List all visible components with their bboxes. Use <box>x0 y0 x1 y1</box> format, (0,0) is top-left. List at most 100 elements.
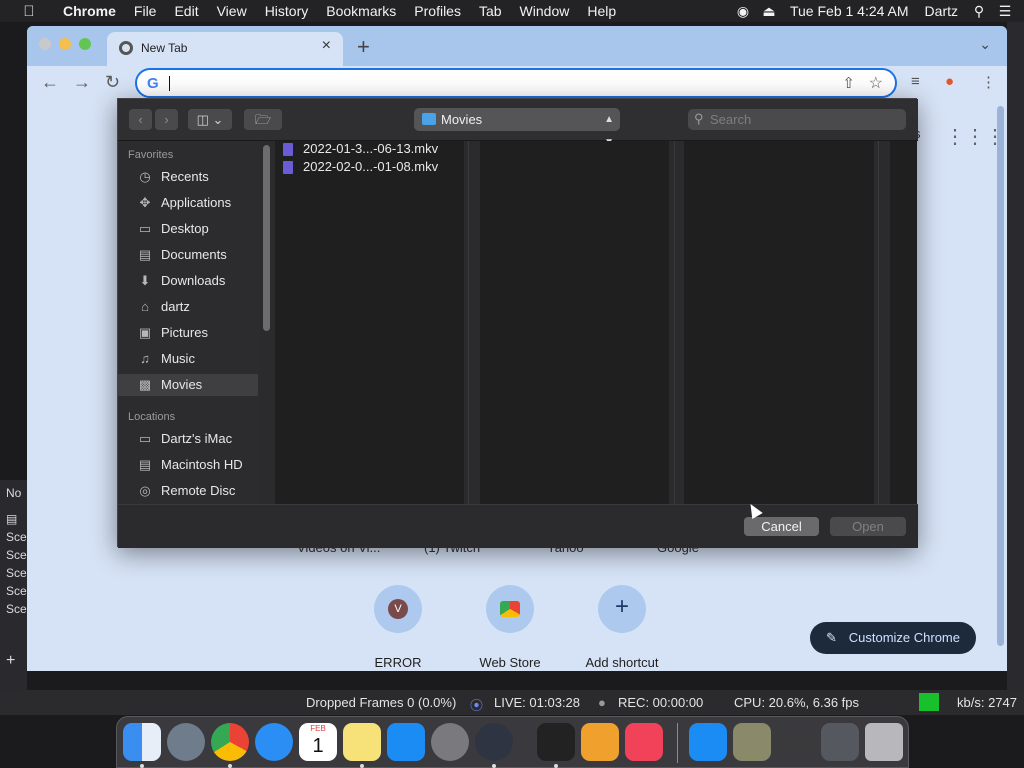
user-name[interactable]: Dartz <box>917 3 966 19</box>
obs-icon[interactable] <box>475 723 513 761</box>
tab-search-chevron-icon[interactable]: ⌄ <box>979 36 991 53</box>
extension-icon[interactable]: ● <box>945 73 954 90</box>
forward-icon[interactable]: → <box>73 72 91 93</box>
menu-app-name[interactable]: Chrome <box>54 3 125 19</box>
address-input[interactable] <box>173 73 813 93</box>
obs-scene-row[interactable]: Sce <box>0 582 27 600</box>
search-field[interactable]: ⚲ <box>688 109 906 130</box>
menu-file[interactable]: File <box>125 3 166 19</box>
reading-list-icon[interactable]: ≡ <box>911 73 920 90</box>
minimize-window-button[interactable] <box>59 38 71 50</box>
back-icon[interactable]: ← <box>41 72 59 93</box>
disc-icon: ◎ <box>139 483 151 498</box>
dock-separator <box>677 723 678 763</box>
page-scrollbar[interactable] <box>997 106 1004 646</box>
menu-edit[interactable]: Edit <box>165 3 207 19</box>
menu-view[interactable]: View <box>208 3 256 19</box>
search-input[interactable] <box>710 110 890 129</box>
obs-add-scene-icon[interactable]: + <box>0 652 27 670</box>
finder-icon[interactable] <box>123 723 161 761</box>
video-app-icon[interactable] <box>537 723 575 761</box>
menu-profiles[interactable]: Profiles <box>405 3 470 19</box>
obs-scene-row[interactable]: Sce <box>0 600 27 618</box>
sidebar-item-documents[interactable]: ▤ Documents <box>118 244 258 266</box>
sidebar-item-downloads[interactable]: ⬇ Downloads <box>118 270 258 292</box>
obs-scene-row[interactable]: Sce <box>0 528 27 546</box>
sidebar-item-imac[interactable]: ▭ Dartz's iMac <box>118 428 258 450</box>
sidebar-item-home[interactable]: ⌂ dartz <box>118 296 258 318</box>
browser-toolbar: ← → ↻ G ⇧ ☆ ≡ ● ⋮ <box>27 66 1007 102</box>
back-icon[interactable]: ‹ <box>129 109 152 130</box>
calendar-icon[interactable]: FEB 1 <box>299 723 337 761</box>
open-button[interactable]: Open <box>830 517 906 536</box>
screenshot-stack-icon[interactable] <box>821 723 859 761</box>
sidebar-item-movies[interactable]: ▩ Movies <box>118 374 258 396</box>
sidebar-item-desktop[interactable]: ▭ Desktop <box>118 218 258 240</box>
calendar-day: 1 <box>312 735 324 757</box>
share-icon[interactable]: ⇧ <box>842 74 855 92</box>
reload-icon[interactable]: ↻ <box>105 72 120 93</box>
sidebar-scrollbar[interactable] <box>263 145 270 331</box>
running-indicator <box>492 764 496 768</box>
google-icon: G <box>147 75 159 92</box>
folder-stack-icon[interactable] <box>777 723 815 761</box>
download-icon: ⬇ <box>139 273 151 288</box>
address-bar[interactable]: G ⇧ ☆ <box>135 68 897 98</box>
menu-tab[interactable]: Tab <box>470 3 511 19</box>
clock-datetime[interactable]: Tue Feb 1 4:24 AM <box>782 3 917 19</box>
sidebar-item-label: Dartz's iMac <box>161 431 233 446</box>
eject-icon[interactable]: ⏏ <box>756 3 782 20</box>
trash-icon[interactable] <box>865 723 903 761</box>
chrome-menu-icon[interactable]: ⋮ <box>981 73 996 91</box>
chrome-icon[interactable] <box>211 723 249 761</box>
document-icon: ▤ <box>138 247 152 262</box>
shortcut-error[interactable]: V ERROR <box>343 585 453 670</box>
close-tab-icon[interactable]: × <box>322 37 331 55</box>
sidebar-item-pictures[interactable]: ▣ Pictures <box>118 322 258 344</box>
close-window-button[interactable] <box>39 38 51 50</box>
tab-new-tab[interactable]: New Tab × <box>107 32 343 66</box>
hard-drive-icon: ▤ <box>138 457 152 472</box>
sidebar-item-music[interactable]: ♫ Music <box>118 348 258 370</box>
safari-icon[interactable] <box>255 723 293 761</box>
view-mode-columns-icon[interactable]: ◫ ⌄ <box>188 109 232 130</box>
system-preferences-icon[interactable] <box>431 723 469 761</box>
control-center-icon[interactable]: ☰ <box>992 3 1018 20</box>
sidebar-item-label: Downloads <box>161 273 226 288</box>
menu-window[interactable]: Window <box>511 3 579 19</box>
sidebar-item-macintosh-hd[interactable]: ▤ Macintosh HD <box>118 454 258 476</box>
obs-status-icon[interactable]: ◉ <box>730 3 756 20</box>
bookmark-star-icon[interactable]: ☆ <box>869 73 883 93</box>
app-store-icon[interactable] <box>387 723 425 761</box>
sidebar-item-applications[interactable]: ✥ Applications <box>118 192 258 214</box>
sidebar-item-recents[interactable]: ◷ Recents <box>118 166 258 188</box>
menu-history[interactable]: History <box>256 3 318 19</box>
news-icon[interactable] <box>625 723 663 761</box>
new-folder-icon[interactable]: 🗁 <box>244 109 282 130</box>
location-popup[interactable]: Movies ▲▼ <box>414 108 620 148</box>
customize-chrome-button[interactable]: ✎ Customize Chrome <box>810 622 976 654</box>
menu-help[interactable]: Help <box>578 3 625 19</box>
apps-grid-icon[interactable]: ⋮⋮⋮ <box>945 124 1005 149</box>
tab-title: New Tab <box>141 41 188 55</box>
file-name: 2022-02-0...-01-08.mkv <box>303 159 439 174</box>
photos-stack-icon[interactable] <box>733 723 771 761</box>
search-icon[interactable]: ⚲ <box>966 3 992 20</box>
apple-icon[interactable]:  <box>18 3 40 20</box>
add-shortcut-button[interactable]: + Add shortcut <box>567 585 677 670</box>
notes-icon[interactable] <box>343 723 381 761</box>
app-store-downloads-icon[interactable] <box>689 723 727 761</box>
forward-icon[interactable]: › <box>155 109 178 130</box>
menu-bookmarks[interactable]: Bookmarks <box>317 3 405 19</box>
home-app-icon[interactable] <box>581 723 619 761</box>
cancel-button[interactable]: Cancel <box>744 517 819 536</box>
shortcut-web-store[interactable]: Web Store <box>455 585 565 670</box>
obs-scene-row[interactable]: Sce <box>0 564 27 582</box>
launchpad-icon[interactable] <box>167 723 205 761</box>
new-tab-button[interactable]: + <box>357 34 370 60</box>
sidebar-item-remote-disc[interactable]: ◎ Remote Disc <box>118 480 258 502</box>
dialog-footer: Cancel Open <box>118 504 918 548</box>
column-resize-handle[interactable] <box>468 141 469 504</box>
obs-scene-row[interactable]: Sce <box>0 546 27 564</box>
zoom-window-button[interactable] <box>79 38 91 50</box>
